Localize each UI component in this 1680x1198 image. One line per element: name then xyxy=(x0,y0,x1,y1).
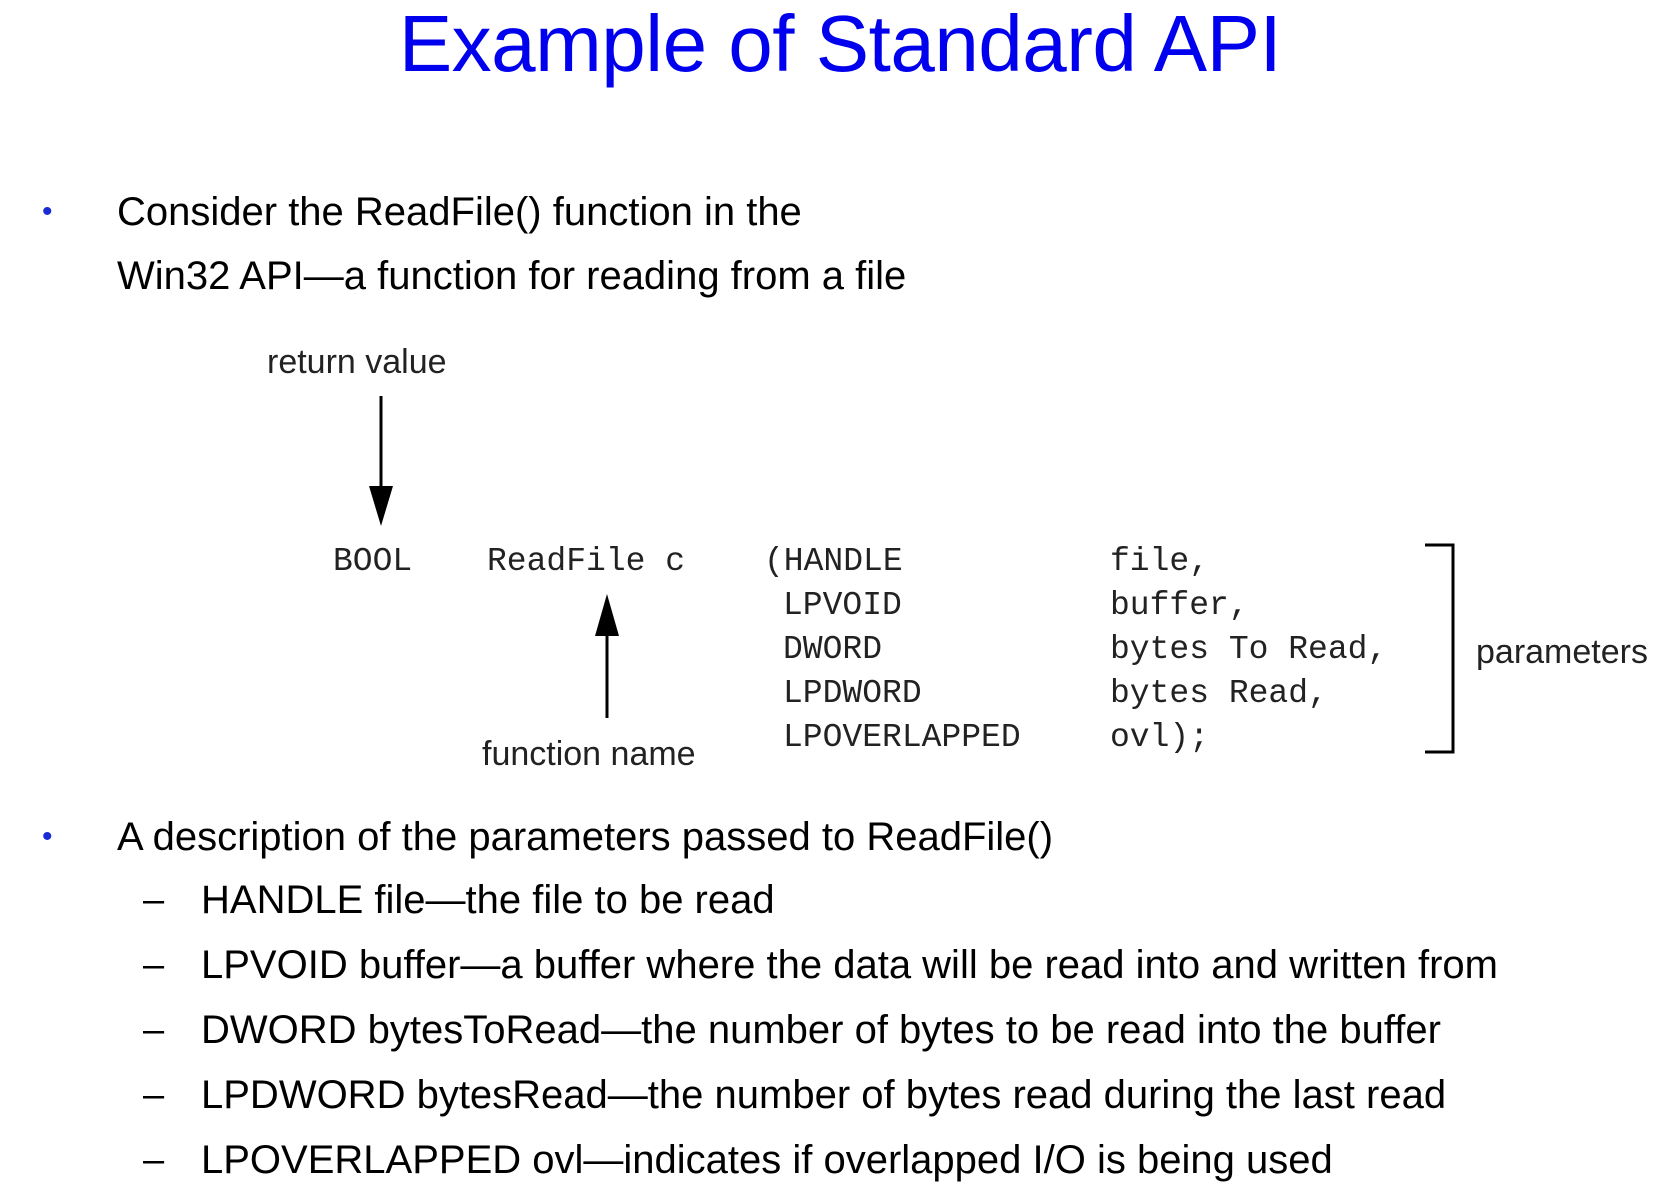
sub-dash: – xyxy=(143,879,165,921)
parameters-bracket xyxy=(1425,543,1455,754)
sub-item-lpvoid: LPVOID buffer—a buffer where the data wi… xyxy=(201,943,1498,987)
bullet-2-line-1: A description of the parameters passed t… xyxy=(117,815,1054,859)
sub-item-dword: DWORD bytesToRead—the number of bytes to… xyxy=(201,1008,1441,1052)
sub-item-lpdword: LPDWORD bytesRead—the number of bytes re… xyxy=(201,1073,1447,1117)
sub-dash: – xyxy=(143,1139,165,1181)
sub-dash: – xyxy=(143,1009,165,1051)
function-arrow-head xyxy=(595,594,619,636)
sub-dash: – xyxy=(143,944,165,986)
bullet-marker: • xyxy=(42,820,53,853)
sub-item-handle: HANDLE file—the file to be read xyxy=(201,878,775,922)
sub-item-lpoverlapped: LPOVERLAPPED ovl—indicates if overlapped… xyxy=(201,1138,1333,1182)
return-arrow-head xyxy=(369,486,393,526)
sub-dash: – xyxy=(143,1074,165,1116)
